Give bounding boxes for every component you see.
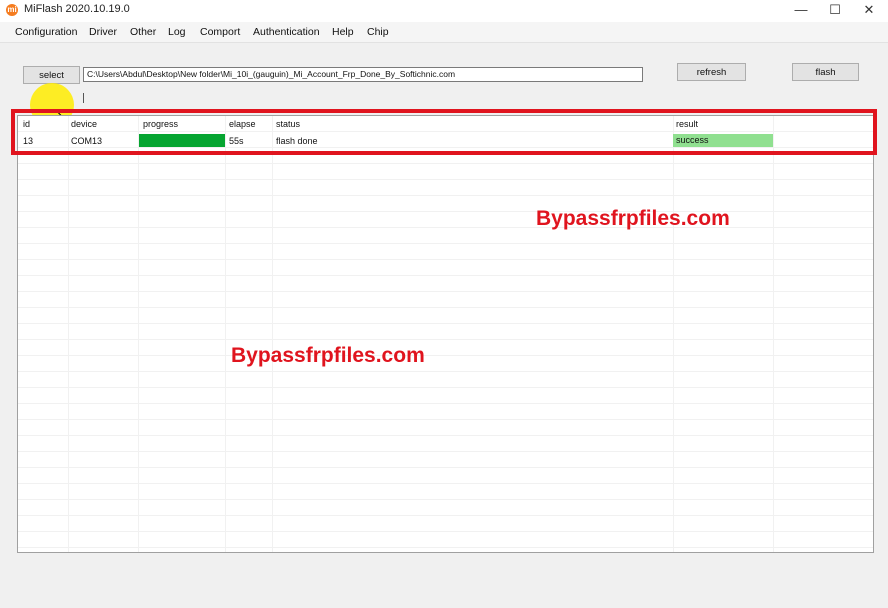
- flash-button[interactable]: flash: [792, 63, 859, 81]
- watermark-text: Bypassfrpfiles.com: [536, 207, 730, 230]
- menu-chip[interactable]: Chip: [367, 26, 389, 38]
- menu-comport[interactable]: Comport: [200, 26, 240, 38]
- column-header-id: id: [23, 119, 31, 129]
- menu-driver[interactable]: Driver: [89, 26, 117, 38]
- menu-authentication[interactable]: Authentication: [253, 26, 320, 38]
- row-status: flash done: [276, 136, 318, 146]
- menu-log[interactable]: Log: [168, 26, 186, 38]
- maximize-icon[interactable]: ☐: [818, 0, 852, 22]
- rom-path-field[interactable]: C:\Users\Abdul\Desktop\New folder\Mi_10i…: [83, 67, 643, 82]
- text-caret: [83, 93, 84, 103]
- menu-help[interactable]: Help: [332, 26, 354, 38]
- menu-configuration[interactable]: Configuration: [15, 26, 77, 38]
- title-bar: mi MiFlash 2020.10.19.0 — ☐ ✕: [0, 0, 888, 22]
- column-header-elapse: elapse: [229, 119, 256, 129]
- grid-lines: [18, 116, 873, 552]
- device-table: id device progress elapse status result …: [17, 115, 874, 553]
- close-icon[interactable]: ✕: [852, 0, 886, 22]
- row-progress-fill: [139, 134, 225, 147]
- column-header-progress: progress: [143, 119, 179, 129]
- menu-bar: Configuration Driver Other Log Comport A…: [0, 22, 888, 43]
- row-elapse: 55s: [229, 136, 244, 146]
- column-divider: [138, 116, 139, 552]
- miflash-app-icon: mi: [6, 4, 18, 16]
- watermark-text: Bypassfrpfiles.com: [231, 344, 425, 367]
- select-button[interactable]: select: [23, 66, 80, 84]
- row-result-badge: success: [673, 134, 773, 147]
- column-divider: [673, 116, 674, 552]
- column-header-status: status: [276, 119, 301, 129]
- column-divider: [773, 116, 774, 552]
- window-title: MiFlash 2020.10.19.0: [24, 3, 130, 15]
- row-progress-bar: [139, 134, 225, 147]
- refresh-button[interactable]: refresh: [677, 63, 746, 81]
- row-device: COM13: [71, 136, 103, 146]
- column-divider: [225, 116, 226, 552]
- menu-other[interactable]: Other: [130, 26, 156, 38]
- column-divider: [68, 116, 69, 552]
- minimize-icon[interactable]: —: [784, 0, 818, 22]
- column-header-result: result: [676, 119, 699, 129]
- row-id: 13: [23, 136, 34, 146]
- column-divider: [272, 116, 273, 552]
- column-header-device: device: [71, 119, 98, 129]
